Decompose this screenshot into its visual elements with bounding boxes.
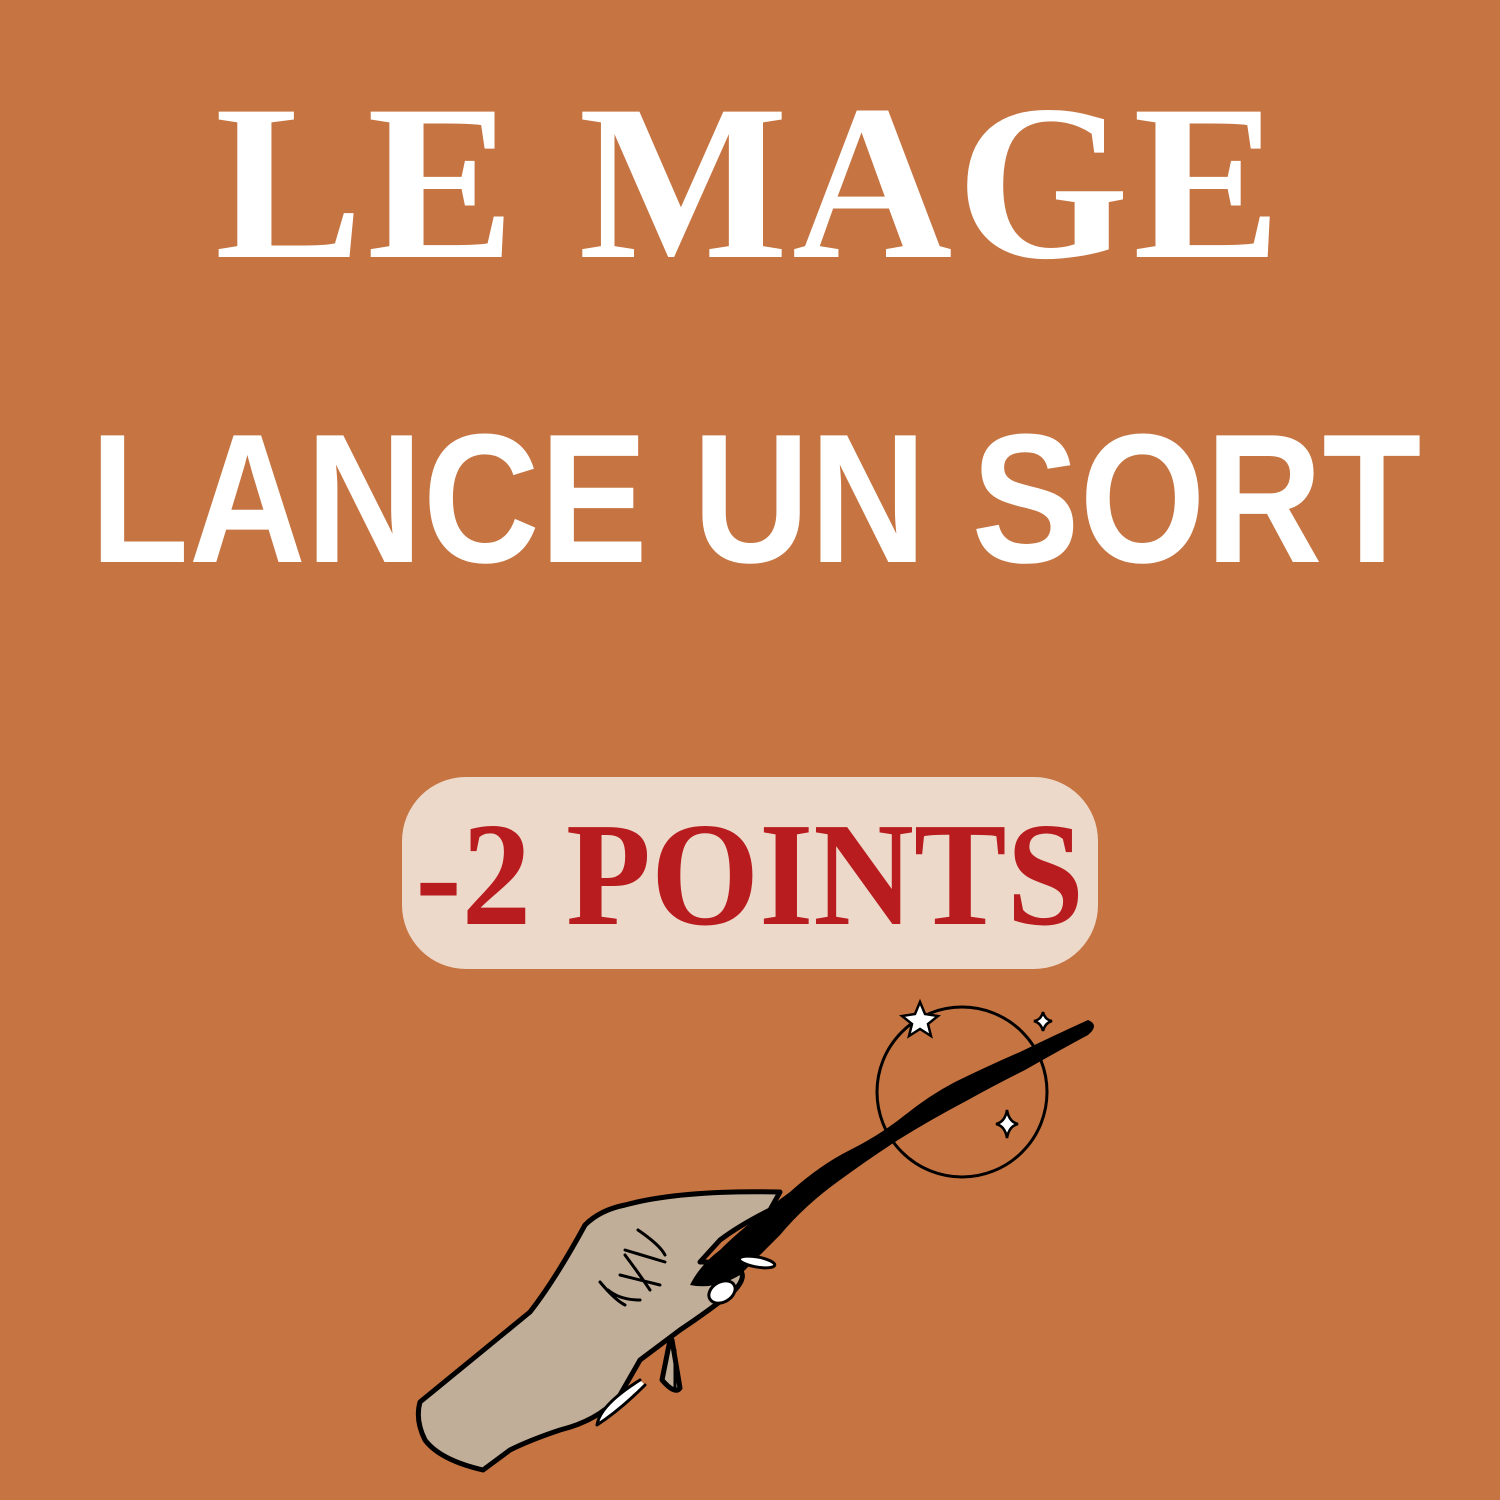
hand-icon [415,1189,783,1473]
magic-wand-icon [690,1020,1094,1287]
hand-holding-magic-wand-icon [415,998,1094,1473]
star-icon [898,998,942,1039]
sparkle-icon [995,1109,1019,1139]
sparkle-icon [1033,1011,1053,1032]
